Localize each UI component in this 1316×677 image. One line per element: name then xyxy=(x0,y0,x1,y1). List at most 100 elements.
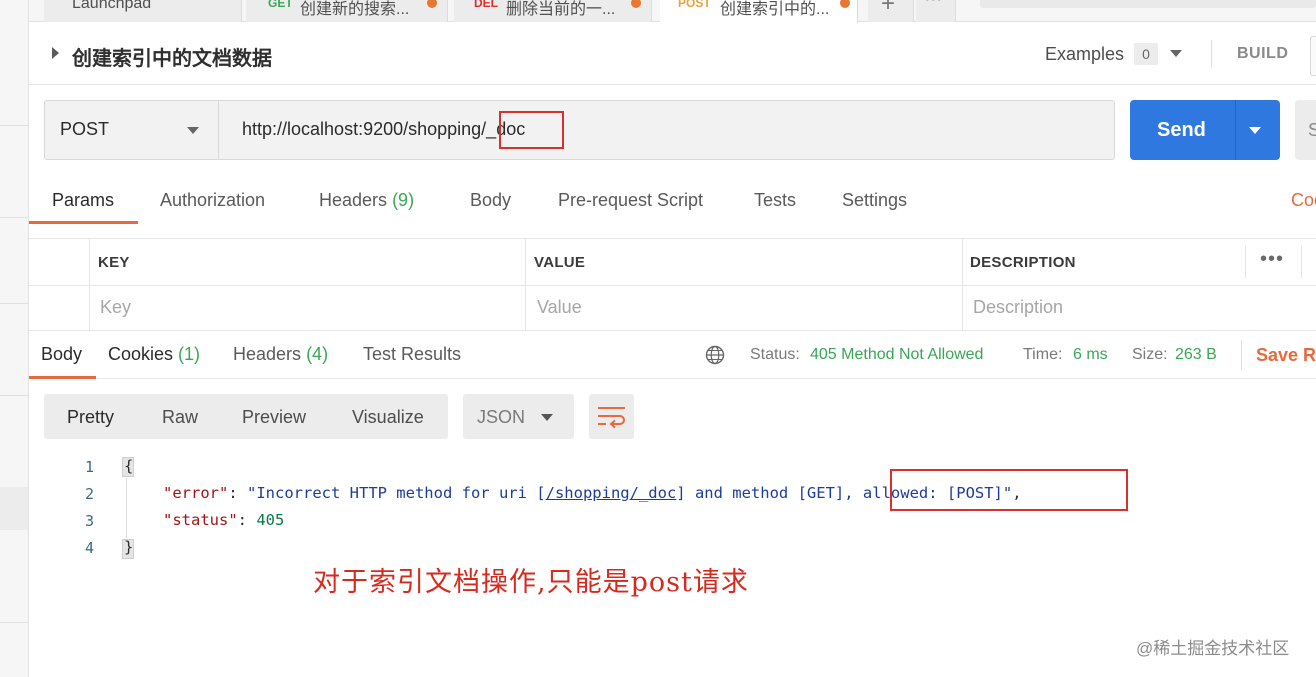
request-title[interactable]: 创建索引中的文档数据 xyxy=(72,42,272,71)
description-input[interactable]: Description xyxy=(973,297,1063,318)
send-button[interactable]: Send xyxy=(1130,100,1280,160)
tab-settings[interactable]: Settings xyxy=(842,190,907,211)
divider xyxy=(1211,40,1212,68)
line-number: 3 xyxy=(84,512,94,530)
divider xyxy=(29,238,1316,239)
tab-method: DEL xyxy=(474,0,498,10)
divider xyxy=(1235,100,1236,160)
size-value[interactable]: 263 B xyxy=(1175,346,1217,364)
column-header-value: VALUE xyxy=(534,254,586,271)
sidebar-divider xyxy=(0,217,28,218)
sidebar-divider xyxy=(0,303,28,304)
code-line-status: "status": 405 xyxy=(163,511,285,529)
method-value: POST xyxy=(60,119,110,139)
tab-params[interactable]: Params xyxy=(52,190,114,211)
tab-label: Headers xyxy=(233,344,302,364)
tab-body[interactable]: Body xyxy=(470,190,511,211)
cookies-link[interactable]: Coo xyxy=(1291,190,1316,211)
response-tab-cookies[interactable]: Cookies (1) xyxy=(108,344,200,365)
response-tab-headers[interactable]: Headers (4) xyxy=(233,344,328,365)
tab-pre-request-script[interactable]: Pre-request Script xyxy=(558,190,703,211)
more-icon[interactable]: ••• xyxy=(1260,248,1284,271)
save-label: S xyxy=(1308,120,1316,140)
chevron-down-icon[interactable] xyxy=(1170,50,1182,57)
tab-title: 创建索引中的... xyxy=(720,1,830,18)
active-tab-indicator xyxy=(29,221,138,224)
environment-selector[interactable] xyxy=(980,0,1316,8)
tab-label: Authorization xyxy=(160,190,266,210)
tab-headers[interactable]: Headers (9) xyxy=(319,190,414,211)
tab-del-request[interactable]: DEL 删除当前的一... xyxy=(454,0,652,22)
response-tab-test-results[interactable]: Test Results xyxy=(363,344,461,365)
tab-label: Tests xyxy=(754,190,797,210)
sidebar-divider xyxy=(0,622,28,623)
examples-label[interactable]: Examples xyxy=(1045,44,1124,65)
tab-title: Launchpad xyxy=(72,0,152,12)
format-value: JSON xyxy=(477,407,526,427)
tab-get-request[interactable]: GET 创建新的搜索... xyxy=(246,0,448,22)
wrap-lines-button[interactable] xyxy=(589,394,634,439)
divider xyxy=(29,84,1316,85)
tab-count: (4) xyxy=(306,344,329,364)
line-number: 4 xyxy=(84,539,94,557)
active-tab-indicator xyxy=(29,376,96,379)
size-label: Size: xyxy=(1132,346,1168,363)
sidebar-selected-item[interactable] xyxy=(0,487,28,530)
highlight-box xyxy=(499,111,564,149)
tab-tests[interactable]: Tests xyxy=(754,190,796,211)
tab-title: 创建新的搜索... xyxy=(300,1,410,18)
watermark: @稀土掘金技术社区 xyxy=(1136,639,1290,658)
unsaved-dot-icon xyxy=(840,0,850,8)
globe-icon[interactable] xyxy=(705,345,725,365)
time-value[interactable]: 6 ms xyxy=(1073,346,1108,364)
tab-count: (9) xyxy=(392,190,415,210)
column-header-description: DESCRIPTION xyxy=(970,254,1076,271)
table-column-divider xyxy=(1245,246,1246,278)
view-preview-button[interactable]: Preview xyxy=(242,407,306,428)
value-input[interactable]: Value xyxy=(537,297,582,318)
layout-toggle-button[interactable] xyxy=(1310,36,1316,76)
chevron-down-icon xyxy=(541,414,553,421)
unsaved-dot-icon xyxy=(427,0,437,8)
new-tab-button[interactable]: + xyxy=(868,0,914,22)
highlight-box xyxy=(890,469,1128,511)
divider xyxy=(29,330,1316,331)
more-icon: ••• xyxy=(925,0,943,6)
left-sidebar-strip xyxy=(0,0,29,677)
save-response-button[interactable]: Save Re xyxy=(1256,345,1316,366)
divider xyxy=(29,285,1316,286)
key-input[interactable]: Key xyxy=(100,297,131,318)
tab-label: Settings xyxy=(842,190,908,210)
json-string: "Incorrect HTTP method for uri [ xyxy=(247,484,546,502)
sidebar-divider xyxy=(0,125,28,126)
json-number: 405 xyxy=(256,511,285,529)
collapse-caret-icon[interactable] xyxy=(52,47,59,59)
chevron-down-icon xyxy=(187,127,199,134)
tab-title: 删除当前的一... xyxy=(506,1,616,18)
status-value[interactable]: 405 Method Not Allowed xyxy=(810,346,983,364)
tab-authorization[interactable]: Authorization xyxy=(160,190,265,211)
tab-method: POST xyxy=(678,0,711,10)
time-label: Time: xyxy=(1023,346,1063,363)
view-visualize-button[interactable]: Visualize xyxy=(352,407,424,428)
tab-count: (1) xyxy=(178,344,201,364)
send-options-chevron-icon[interactable] xyxy=(1249,127,1261,134)
tab-launchpad[interactable]: Launchpad xyxy=(44,0,242,22)
tab-post-request[interactable]: POST 创建索引中的... xyxy=(660,0,858,23)
divider xyxy=(1241,340,1242,370)
code-open-brace: { xyxy=(124,457,134,475)
tab-label: Params xyxy=(52,190,115,210)
json-key: "error" xyxy=(163,484,229,502)
code-close-brace: } xyxy=(124,538,134,556)
url-value: http://localhost:9200/shopping/_doc xyxy=(242,119,526,139)
build-button[interactable]: BUILD xyxy=(1237,45,1288,63)
json-link[interactable]: /shopping/_doc xyxy=(546,484,677,502)
response-tab-body[interactable]: Body xyxy=(41,344,82,365)
tab-overflow-button[interactable]: ••• xyxy=(916,0,956,22)
json-key: "status" xyxy=(163,511,238,529)
view-raw-button[interactable]: Raw xyxy=(162,407,198,428)
wrap-lines-icon xyxy=(598,407,625,429)
tab-label: Headers xyxy=(319,190,388,210)
view-pretty-button[interactable]: Pretty xyxy=(67,407,114,428)
tab-label: Cookies xyxy=(108,344,174,364)
